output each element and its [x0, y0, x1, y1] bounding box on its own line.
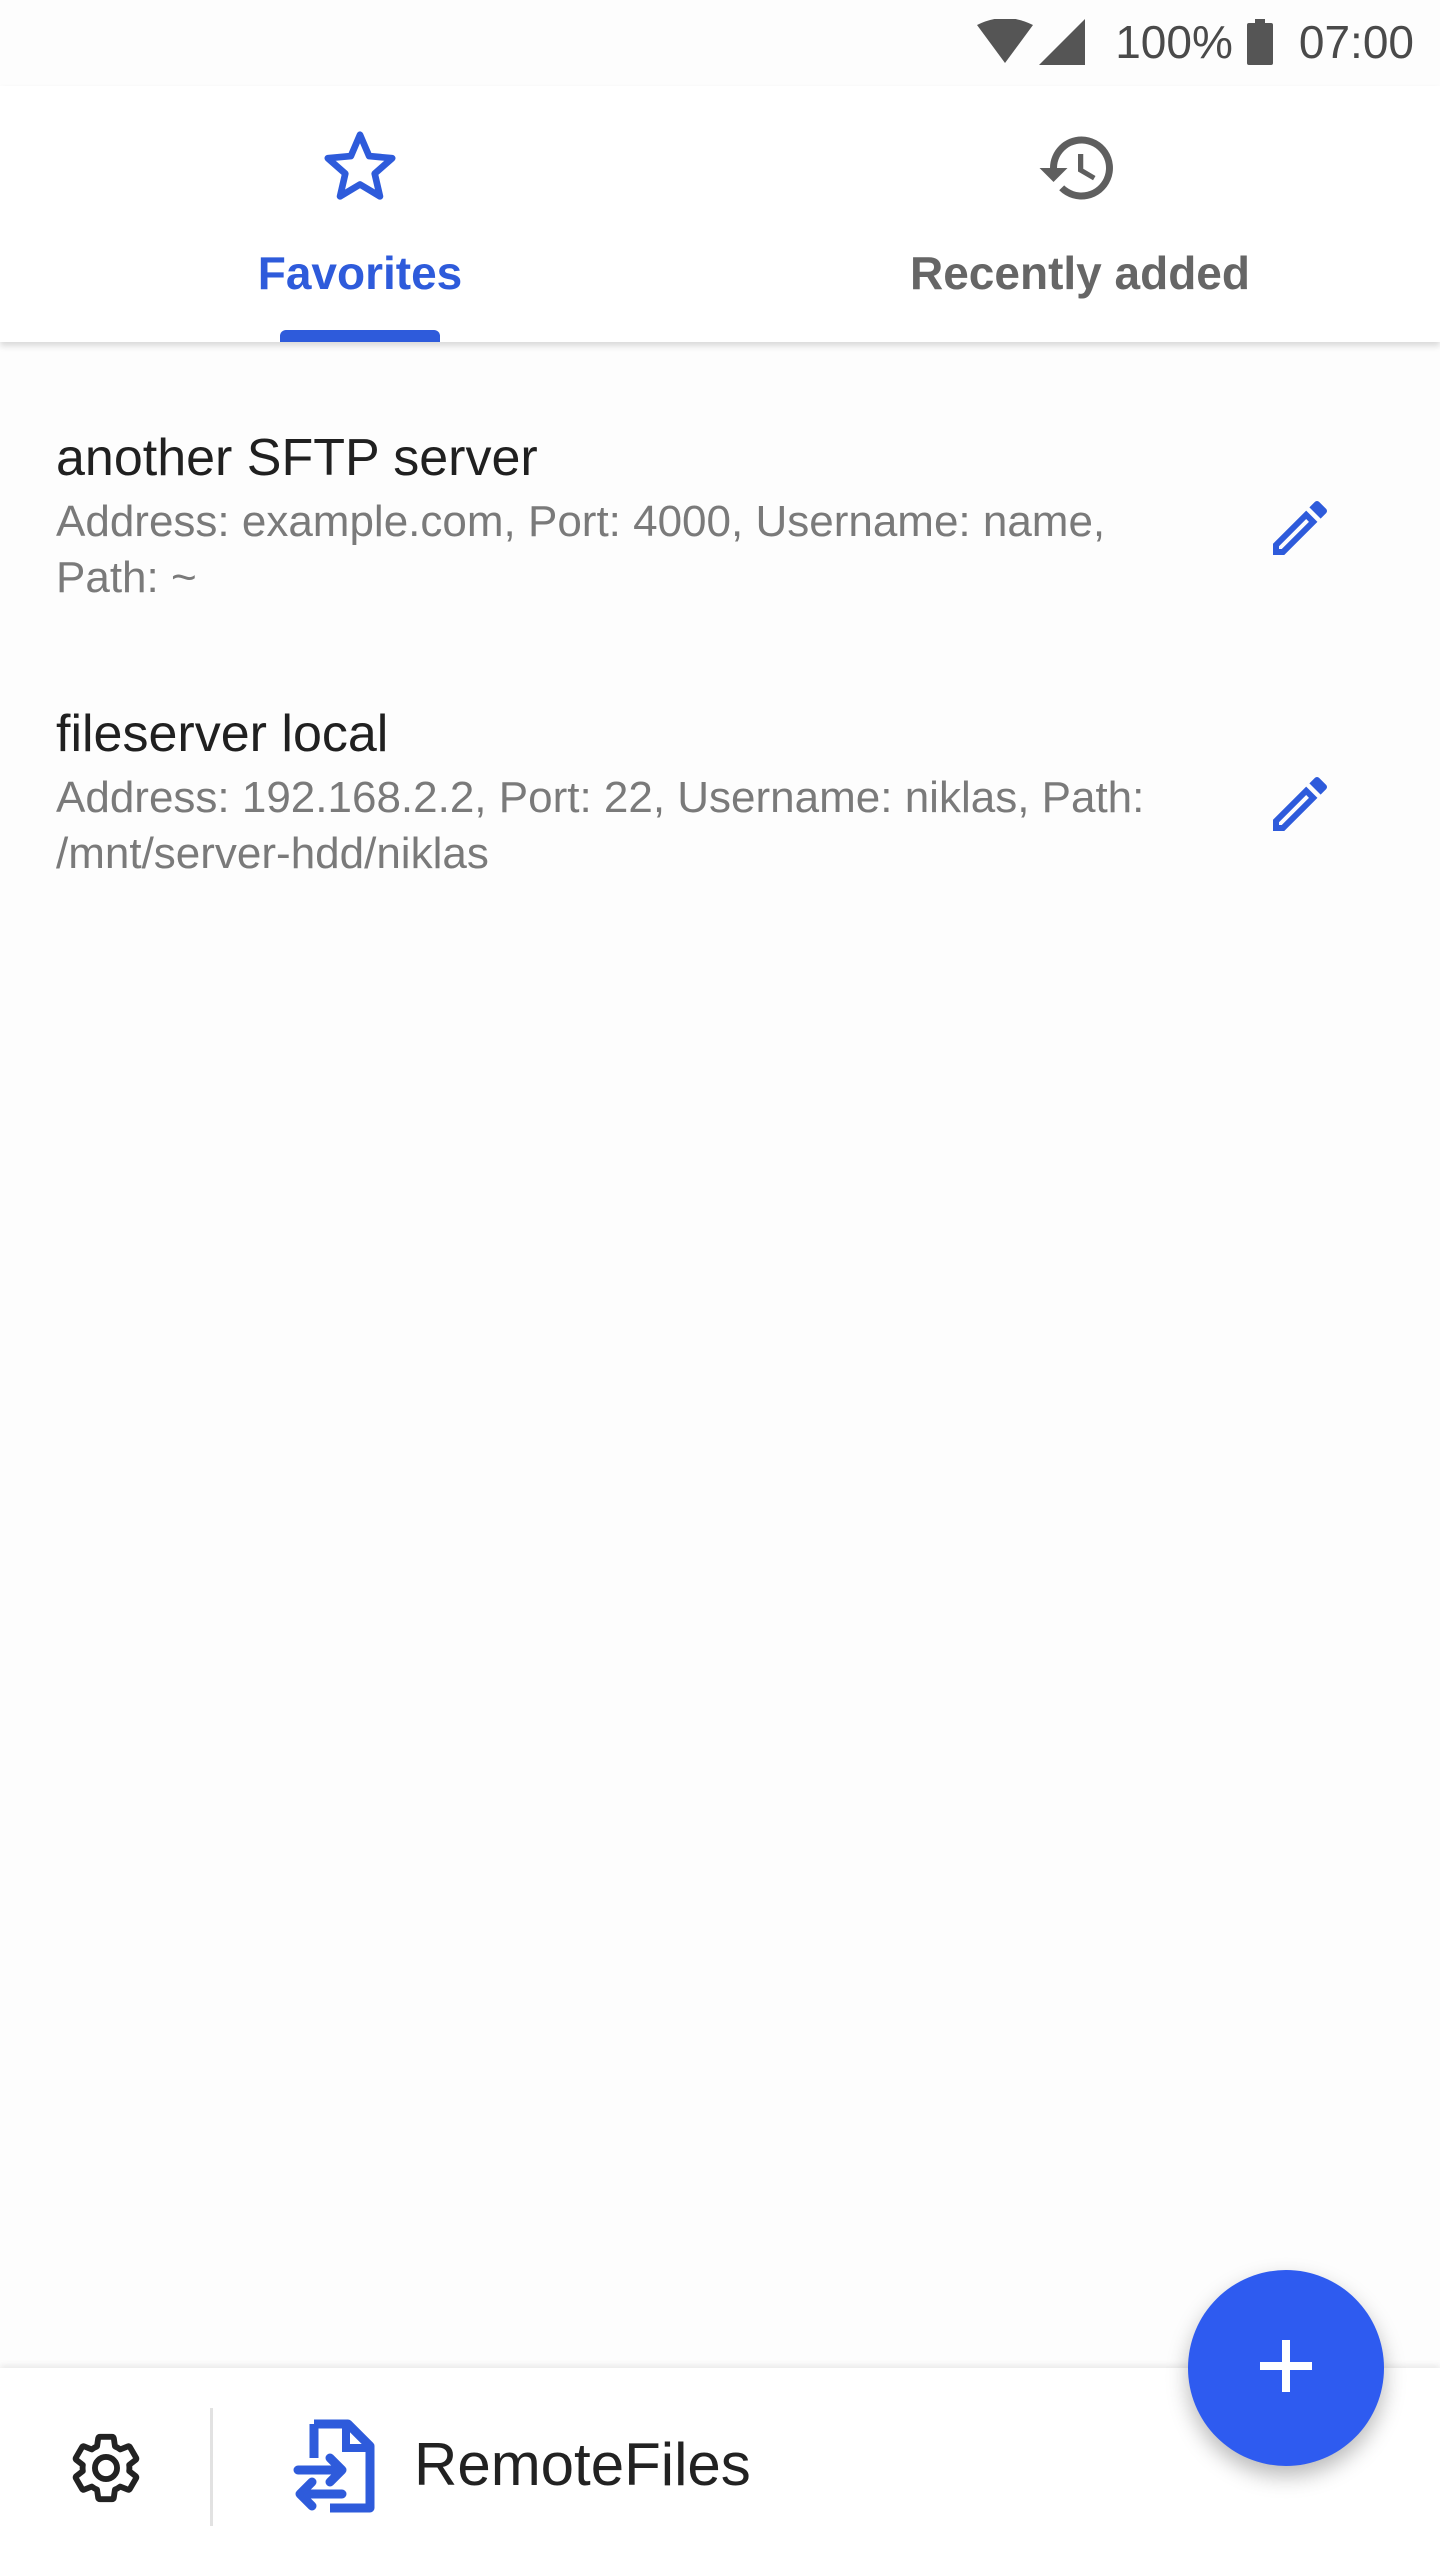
server-details: Address: 192.168.2.2, Port: 22, Username… — [56, 773, 1145, 878]
settings-button[interactable] — [56, 2420, 156, 2520]
status-icons: 100% 07:00 — [977, 14, 1414, 70]
list-item[interactable]: fileserver local Address: 192.168.2.2, P… — [0, 618, 1440, 894]
file-transfer-icon — [290, 2418, 380, 2518]
tab-indicator — [280, 330, 440, 342]
screen: 100% 07:00 Favorites Recently added anot… — [0, 0, 1440, 2560]
gear-icon — [67, 2429, 145, 2512]
history-icon — [1036, 126, 1120, 210]
bottom-bar-divider — [210, 2408, 213, 2526]
battery-icon — [1246, 19, 1273, 65]
star-outline-icon — [318, 126, 402, 210]
signal-icon — [1039, 19, 1086, 65]
status-bar: 100% 07:00 — [0, 0, 1440, 86]
app-name: RemoteFiles — [414, 2431, 751, 2498]
server-name: fileserver local — [56, 705, 389, 763]
pencil-icon — [1264, 492, 1336, 569]
clock: 07:00 — [1298, 16, 1414, 68]
plus-icon — [1254, 2334, 1318, 2403]
server-details: Address: example.com, Port: 4000, Userna… — [56, 497, 1106, 602]
add-server-button[interactable] — [1188, 2270, 1384, 2466]
edit-button[interactable] — [1252, 482, 1348, 578]
tab-bar: Favorites Recently added — [0, 86, 1440, 342]
tab-favorites[interactable]: Favorites — [0, 86, 720, 342]
wifi-icon — [977, 19, 1034, 65]
pencil-icon — [1264, 768, 1336, 845]
server-name: another SFTP server — [56, 429, 538, 487]
list-item[interactable]: another SFTP server Address: example.com… — [0, 342, 1440, 618]
edit-button[interactable] — [1252, 758, 1348, 854]
tab-recently-added[interactable]: Recently added — [720, 86, 1440, 342]
tab-favorites-label: Favorites — [257, 247, 463, 299]
tab-recently-added-label: Recently added — [910, 247, 1250, 299]
battery-percent: 100% — [1115, 16, 1233, 68]
